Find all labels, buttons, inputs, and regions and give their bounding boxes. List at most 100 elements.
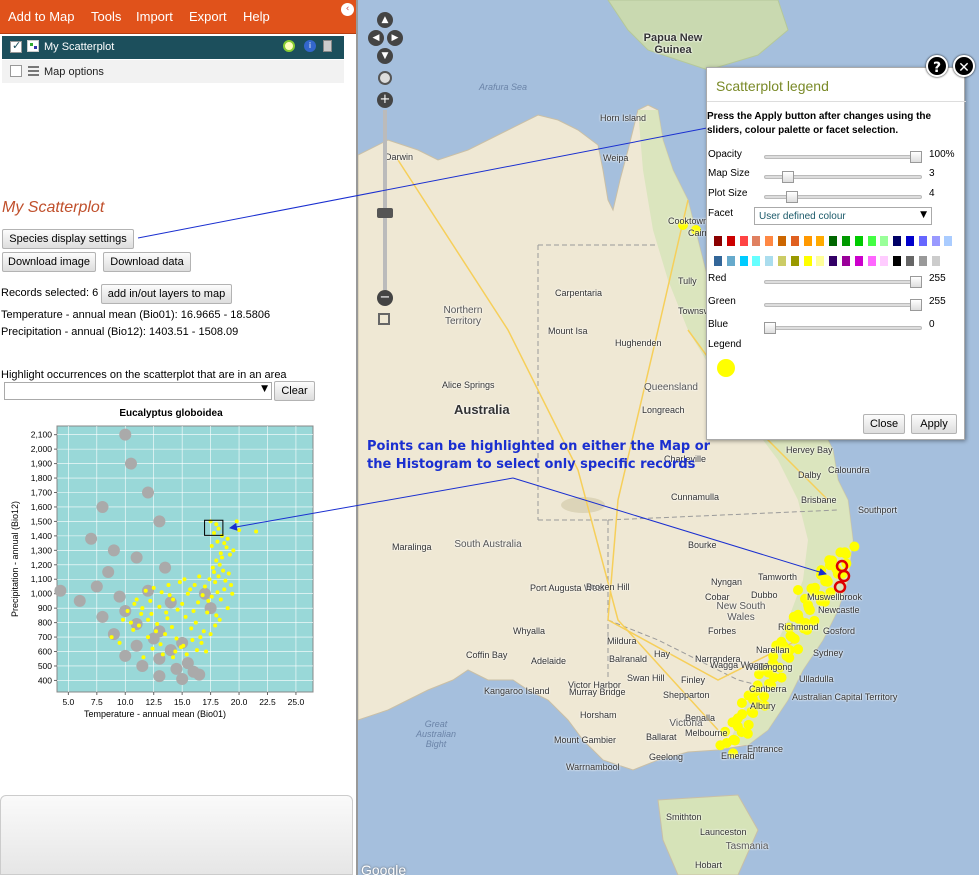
menu-add-to-map[interactable]: Add to Map [8,9,75,24]
palette-swatch[interactable] [829,236,838,246]
palette-swatch[interactable] [739,236,748,246]
palette-swatch[interactable] [816,256,825,266]
menu-bar: Add to Map Tools Import Export Help ‹ [0,0,358,34]
palette-swatch[interactable] [906,236,914,246]
legend-close-button[interactable]: Close [863,414,905,434]
data-point [143,588,148,593]
facet-select[interactable]: User defined colour ▼ [754,207,932,225]
zoom-slider-handle[interactable] [377,208,393,218]
palette-swatch[interactable] [918,256,927,266]
palette-swatch[interactable] [778,236,786,246]
green-slider-handle[interactable] [910,299,922,311]
locate-icon[interactable] [378,71,392,85]
palette-swatch[interactable] [944,256,953,266]
menu-help[interactable]: Help [243,9,270,24]
green-slider[interactable] [764,303,922,307]
layer-visible-checkbox[interactable]: ✓ [10,39,22,53]
legend-window-title: Scatterplot legend [716,78,829,94]
palette-swatch[interactable] [790,256,799,266]
zoom-in-icon[interactable]: + [377,92,393,108]
palette-swatch[interactable] [867,236,876,246]
palette-swatch[interactable] [867,256,876,266]
palette-swatch[interactable] [765,236,774,246]
zoom-slider-track[interactable] [383,110,387,290]
palette-swatch[interactable] [854,236,863,246]
zoom-extent-icon[interactable] [378,313,390,325]
blue-slider-handle[interactable] [764,322,776,334]
highlight-area-select[interactable]: ▼ [4,382,272,400]
palette-swatch[interactable] [714,236,722,246]
palette-swatch[interactable] [906,256,914,266]
delete-layer-icon[interactable] [323,40,332,52]
scatterplot-chart[interactable]: Eucalyptus globoidea 2,100 2,000 1,900 1,800… [0,402,330,732]
data-point [174,636,179,641]
download-image-button[interactable]: Download image [2,252,96,272]
palette-swatch[interactable] [778,256,786,266]
data-point [130,551,143,564]
map-size-slider-handle[interactable] [781,171,794,183]
add-in-out-layers-button[interactable]: add in/out layers to map [101,284,232,304]
y-tick-label: 1,000 [31,589,53,599]
collapse-panel-icon[interactable]: ‹ [341,3,354,16]
palette-swatch[interactable] [790,236,799,246]
layer-row-scatterplot[interactable]: ✓ My Scatterplot i [2,36,344,59]
palette-swatch[interactable] [803,236,812,246]
pan-right-icon[interactable]: ▶ [387,30,403,46]
data-point [221,568,226,573]
pan-up-icon[interactable]: ▲ [377,12,393,28]
palette-swatch[interactable] [829,256,838,266]
palette-swatch[interactable] [893,256,902,266]
help-icon[interactable]: ? [926,55,948,77]
species-display-settings-button[interactable]: Species display settings [2,229,134,249]
plot-size-slider-handle[interactable] [785,191,798,203]
zoom-to-layer-icon[interactable] [283,40,295,52]
occurrence-dot [824,555,835,566]
palette-swatch[interactable] [880,236,889,246]
map-label: Muswellbrook [807,592,863,602]
data-point [213,623,218,628]
menu-import[interactable]: Import [136,9,173,24]
blue-slider[interactable] [764,326,922,330]
opacity-slider-handle[interactable] [910,151,922,163]
zoom-out-icon[interactable]: − [377,290,393,306]
palette-swatch[interactable] [816,236,825,246]
palette-swatch[interactable] [931,256,940,266]
info-icon[interactable]: i [304,40,316,52]
map-options-checkbox[interactable] [10,65,22,77]
clear-button[interactable]: Clear [274,381,315,401]
palette-swatch[interactable] [918,236,927,246]
data-point [117,640,122,645]
palette-swatch[interactable] [714,256,722,266]
palette-swatch[interactable] [842,236,850,246]
palette-swatch[interactable] [803,256,812,266]
close-icon[interactable]: ✕ [953,55,975,77]
data-point [164,596,177,609]
pan-down-icon[interactable]: ▼ [377,48,393,64]
palette-swatch[interactable] [752,236,761,246]
palette-swatch[interactable] [842,256,850,266]
opacity-slider[interactable] [764,155,922,159]
scatterplot-svg[interactable]: Eucalyptus globoidea 2,100 2,000 1,900 1,800… [0,402,330,732]
menu-tools[interactable]: Tools [91,9,121,24]
palette-swatch[interactable] [893,236,902,246]
palette-swatch[interactable] [726,256,735,266]
red-slider-handle[interactable] [910,276,922,288]
red-slider[interactable] [764,280,922,284]
layer-row-map-options[interactable]: Map options [2,60,344,83]
download-data-button[interactable]: Download data [103,252,191,272]
scatterplot-legend-window: Scatterplot legend Press the Apply butto… [706,67,966,440]
palette-swatch[interactable] [726,236,735,246]
menu-export[interactable]: Export [189,9,227,24]
palette-swatch[interactable] [931,236,940,246]
palette-swatch[interactable] [765,256,774,266]
map-label: Newcastle [818,605,860,615]
palette-swatch[interactable] [752,256,761,266]
opacity-label: Opacity [708,149,742,160]
palette-swatch[interactable] [739,256,748,266]
palette-swatch[interactable] [944,236,953,246]
palette-swatch[interactable] [880,256,889,266]
palette-swatch[interactable] [854,256,863,266]
data-point [120,617,125,622]
legend-apply-button[interactable]: Apply [911,414,957,434]
pan-left-icon[interactable]: ◀ [368,30,384,46]
